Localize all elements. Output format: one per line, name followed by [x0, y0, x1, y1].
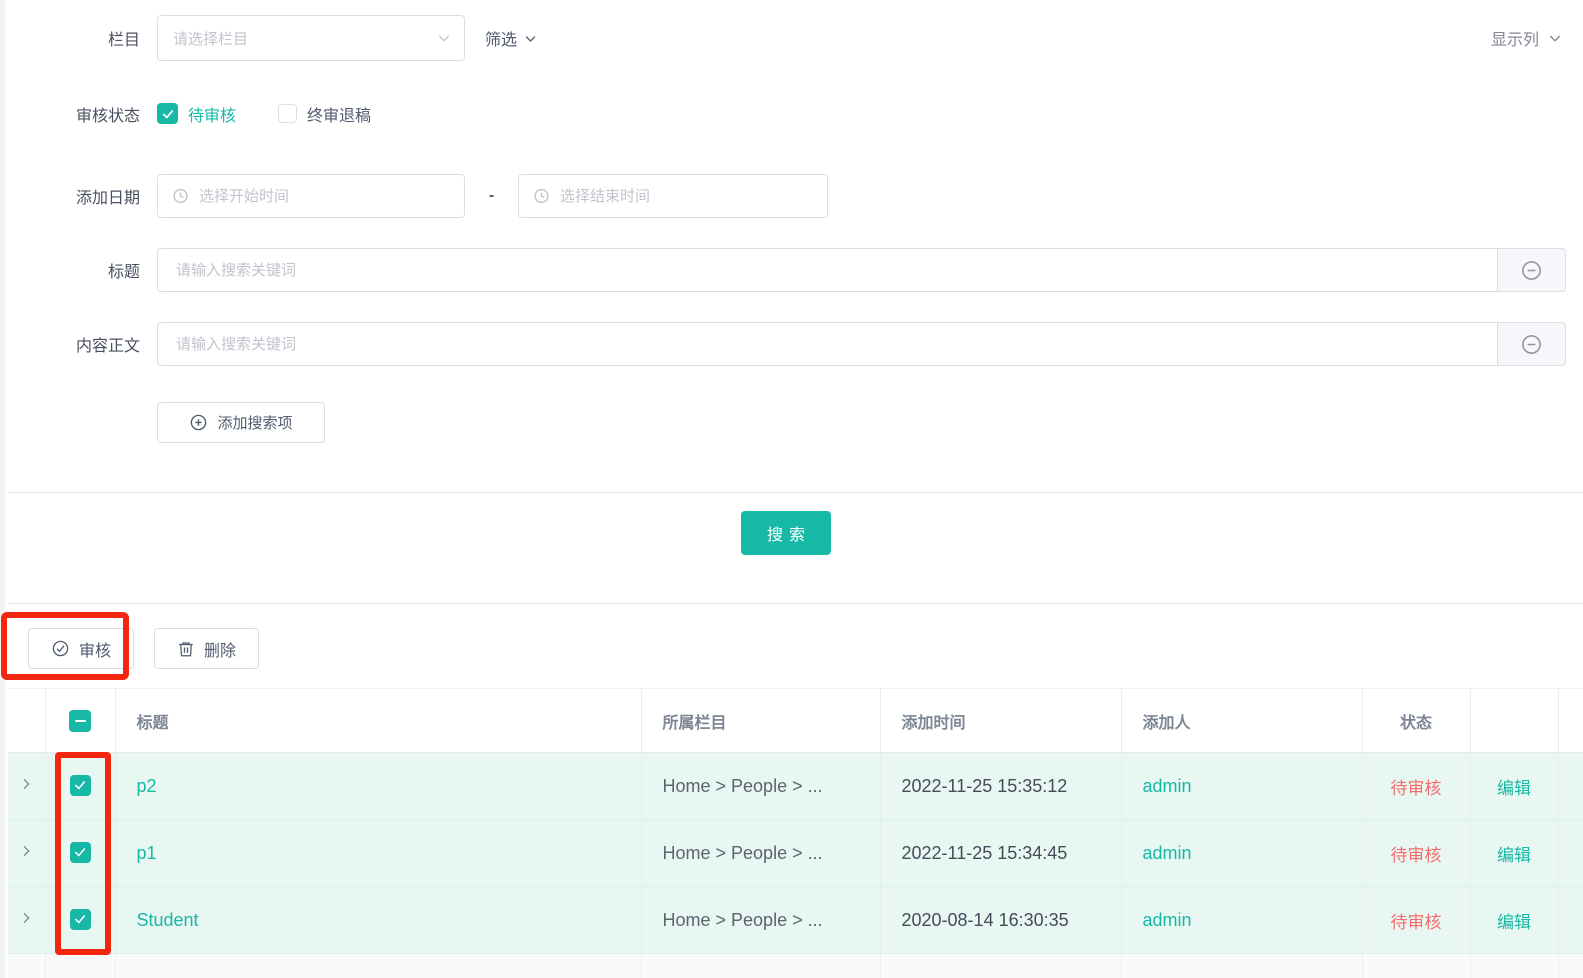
row-checkbox-checked-icon[interactable] — [69, 841, 91, 863]
content-search-group — [157, 322, 1566, 366]
content-search-input[interactable] — [157, 322, 1497, 366]
delete-button[interactable]: 删除 — [154, 628, 260, 669]
row-title-link[interactable]: Student — [137, 910, 199, 930]
table-row-partial — [8, 953, 1583, 978]
status-option-rejected-label: 终审退稿 — [307, 107, 372, 125]
results-divider — [8, 603, 1583, 604]
table-row: p2 Home > People > ... 2022-11-25 15:35:… — [8, 752, 1583, 820]
row-added-time: 2020-08-14 16:30:35 — [901, 909, 1069, 930]
column-filter-row: 栏目 请选择栏目 筛选 — [0, 15, 538, 61]
minus-circle-icon — [1520, 333, 1543, 356]
delete-button-label: 删除 — [204, 642, 237, 660]
column-label: 栏目 — [107, 32, 140, 49]
title-search-group — [157, 248, 1566, 292]
row-status-badge: 待审核 — [1390, 845, 1442, 865]
select-all-checkbox-indeterminate-icon[interactable] — [69, 709, 91, 732]
checkbox-unchecked-icon[interactable] — [278, 104, 298, 123]
checkbox-checked-icon[interactable] — [157, 103, 178, 124]
header-added-time: 添加时间 — [880, 688, 1122, 753]
header-actions — [1470, 688, 1559, 753]
remove-search-item-button[interactable] — [1497, 322, 1566, 366]
row-added-by[interactable]: admin — [1143, 776, 1192, 796]
review-button[interactable]: 审核 — [28, 628, 135, 669]
date-end-field[interactable] — [518, 174, 828, 218]
display-columns-toggle[interactable]: 显示列 — [1491, 26, 1563, 50]
chevron-right-icon[interactable] — [18, 910, 34, 926]
clock-icon — [172, 188, 189, 205]
row-category: Home > People > ... — [662, 909, 823, 930]
add-search-item-button[interactable]: 添加搜索项 — [157, 402, 325, 443]
chevron-down-icon — [1547, 30, 1563, 46]
header-added-by: 添加人 — [1121, 688, 1363, 753]
row-category: Home > People > ... — [662, 775, 823, 796]
form-divider — [8, 492, 1583, 493]
content-label: 内容正文 — [75, 338, 140, 355]
status-option-pending-label: 待审核 — [188, 107, 237, 125]
date-label: 添加日期 — [75, 190, 140, 207]
chevron-down-icon — [523, 31, 538, 46]
row-edit-link[interactable]: 编辑 — [1497, 846, 1531, 865]
content-review-page: 栏目 请选择栏目 筛选 显示列 审核状态 待审核 终审退稿 添加日期 选择开始时… — [0, 0, 1583, 978]
header-category: 所属栏目 — [641, 688, 881, 753]
check-circle-icon — [51, 639, 70, 658]
title-label: 标题 — [107, 264, 140, 281]
search-button[interactable]: 搜索 — [741, 511, 831, 555]
table-header-row: 标题 所属栏目 添加时间 添加人 状态 — [8, 688, 1583, 753]
row-added-time: 2022-11-25 15:35:12 — [901, 775, 1068, 796]
header-status: 状态 — [1362, 688, 1471, 753]
chevron-right-icon[interactable] — [18, 843, 34, 859]
plus-circle-icon — [189, 413, 208, 432]
display-columns-label: 显示列 — [1490, 32, 1539, 49]
filter-toggle-label: 筛选 — [485, 32, 518, 49]
date-start-input[interactable] — [158, 175, 464, 217]
remove-search-item-button[interactable] — [1497, 248, 1566, 292]
status-option-pending[interactable]: 待审核 — [157, 102, 236, 126]
review-status-row: 审核状态 待审核 终审退稿 — [0, 100, 413, 127]
results-table: 标题 所属栏目 添加时间 添加人 状态 p2 Home > People > .… — [8, 688, 1583, 978]
minus-circle-icon — [1520, 259, 1543, 282]
trash-icon — [177, 640, 195, 658]
row-category: Home > People > ... — [662, 842, 823, 863]
filter-toggle[interactable]: 筛选 — [485, 26, 538, 50]
row-added-by[interactable]: admin — [1143, 843, 1192, 863]
row-status-badge: 待审核 — [1390, 912, 1442, 932]
table-row: p1 Home > People > ... 2022-11-25 15:34:… — [8, 819, 1583, 887]
status-option-rejected[interactable]: 终审退稿 — [278, 102, 371, 126]
date-start-field[interactable] — [157, 174, 465, 218]
chevron-right-icon[interactable] — [18, 776, 34, 792]
date-end-input[interactable] — [519, 175, 827, 217]
column-select-placeholder: 请选择栏目 — [173, 30, 249, 48]
title-search-input[interactable] — [157, 248, 1497, 292]
date-separator: - — [488, 187, 495, 204]
review-button-label: 审核 — [79, 642, 112, 660]
row-title-link[interactable]: p2 — [137, 776, 157, 796]
table-toolbar: 审核 删除 — [28, 628, 260, 669]
title-search-row: 标题 — [0, 248, 1583, 292]
row-checkbox-checked-icon[interactable] — [69, 908, 91, 930]
clock-icon — [533, 188, 550, 205]
row-status-badge: 待审核 — [1390, 778, 1442, 798]
header-title: 标题 — [115, 688, 642, 753]
review-status-label: 审核状态 — [75, 107, 140, 125]
content-search-row: 内容正文 — [0, 322, 1583, 366]
date-range-row: 添加日期 - — [0, 174, 828, 218]
select-all-cell — [45, 688, 116, 753]
column-select[interactable]: 请选择栏目 — [157, 15, 465, 61]
page-left-edge — [0, 0, 5, 978]
expand-column-header — [8, 688, 46, 753]
table-row: Student Home > People > ... 2020-08-14 1… — [8, 886, 1583, 954]
header-extra — [1558, 688, 1583, 753]
row-edit-link[interactable]: 编辑 — [1497, 779, 1531, 798]
row-checkbox-checked-icon[interactable] — [69, 774, 91, 796]
row-title-link[interactable]: p1 — [137, 843, 157, 863]
row-added-time: 2022-11-25 15:34:45 — [901, 842, 1068, 863]
chevron-down-icon — [436, 30, 452, 46]
row-edit-link[interactable]: 编辑 — [1497, 913, 1531, 932]
row-added-by[interactable]: admin — [1143, 910, 1192, 930]
add-search-item-label: 添加搜索项 — [217, 415, 293, 432]
